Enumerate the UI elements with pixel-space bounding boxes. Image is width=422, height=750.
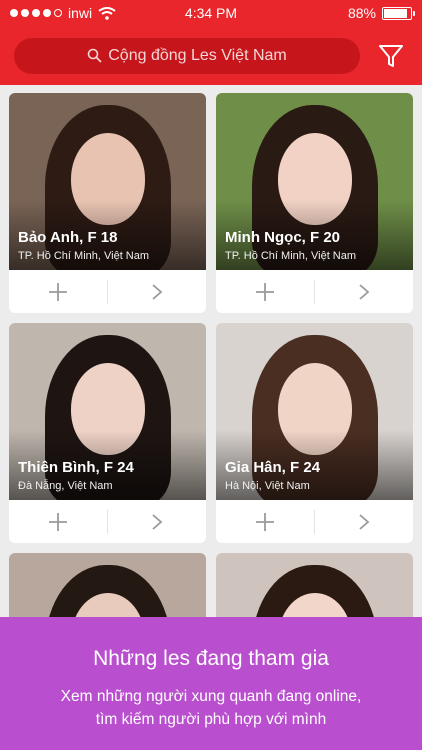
wifi-icon bbox=[98, 6, 116, 20]
add-friend-button[interactable] bbox=[9, 500, 107, 543]
banner-text: Xem những người xung quanh đang online, … bbox=[0, 685, 422, 731]
profile-name: Minh Ngọc, F 20 bbox=[225, 229, 341, 246]
promo-banner: Những les đang tham gia Xem những người … bbox=[0, 617, 422, 750]
chevron-right-icon bbox=[152, 283, 163, 300]
battery-icon bbox=[382, 6, 415, 20]
view-profile-button[interactable] bbox=[108, 500, 206, 543]
view-profile-button[interactable] bbox=[108, 270, 206, 313]
card-actions bbox=[9, 270, 206, 313]
plus-icon bbox=[49, 512, 67, 531]
view-profile-button[interactable] bbox=[315, 500, 413, 543]
card-actions bbox=[216, 500, 413, 543]
chevron-right-icon bbox=[359, 513, 370, 530]
chevron-right-icon bbox=[359, 283, 370, 300]
profile-grid: Bảo Anh, F 18 TP. Hồ Chí Minh, Việt Nam … bbox=[9, 93, 413, 633]
plus-icon bbox=[256, 282, 274, 301]
add-friend-button[interactable] bbox=[216, 270, 314, 313]
add-friend-button[interactable] bbox=[216, 500, 314, 543]
add-friend-button[interactable] bbox=[9, 270, 107, 313]
profile-location: TP. Hồ Chí Minh, Việt Nam bbox=[18, 250, 150, 262]
profile-photo[interactable]: Gia Hân, F 24 Hà Nội, Việt Nam bbox=[216, 323, 413, 500]
chevron-right-icon bbox=[152, 513, 163, 530]
plus-icon bbox=[49, 282, 67, 301]
card-actions bbox=[216, 270, 413, 313]
profile-photo[interactable]: Thiên Bình, F 24 Đà Nẵng, Việt Nam bbox=[9, 323, 206, 500]
plus-icon bbox=[256, 512, 274, 531]
banner-line-2: tìm kiếm người phù hợp với mình bbox=[95, 711, 327, 728]
profile-card[interactable]: Bảo Anh, F 18 TP. Hồ Chí Minh, Việt Nam bbox=[9, 93, 206, 313]
signal-icon bbox=[10, 9, 62, 17]
search-icon bbox=[87, 48, 102, 63]
status-bar: inwi 4:34 PM 88% bbox=[0, 0, 422, 26]
profile-photo[interactable]: Minh Ngọc, F 20 TP. Hồ Chí Minh, Việt Na… bbox=[216, 93, 413, 270]
view-profile-button[interactable] bbox=[315, 270, 413, 313]
header-bar: inwi 4:34 PM 88% Cộng đồng Les Việt Nam bbox=[0, 0, 422, 85]
profile-photo[interactable]: Bảo Anh, F 18 TP. Hồ Chí Minh, Việt Nam bbox=[9, 93, 206, 270]
profile-location: TP. Hồ Chí Minh, Việt Nam bbox=[225, 250, 357, 262]
profile-card[interactable]: Thiên Bình, F 24 Đà Nẵng, Việt Nam bbox=[9, 323, 206, 543]
profile-card[interactable]: Minh Ngọc, F 20 TP. Hồ Chí Minh, Việt Na… bbox=[216, 93, 413, 313]
carrier-label: inwi bbox=[68, 5, 93, 21]
profile-name: Bảo Anh, F 18 bbox=[18, 229, 118, 246]
search-placeholder: Cộng đồng Les Việt Nam bbox=[108, 46, 287, 64]
banner-line-1: Xem những người xung quanh đang online, bbox=[60, 688, 362, 705]
battery-percent: 88% bbox=[347, 5, 376, 21]
profile-card[interactable]: Gia Hân, F 24 Hà Nội, Việt Nam bbox=[216, 323, 413, 543]
navigation-bar: Cộng đồng Les Việt Nam bbox=[0, 26, 422, 85]
search-input[interactable]: Cộng đồng Les Việt Nam bbox=[14, 37, 360, 74]
filter-icon[interactable] bbox=[378, 43, 404, 69]
profile-location: Đà Nẵng, Việt Nam bbox=[18, 480, 113, 492]
profile-location: Hà Nội, Việt Nam bbox=[225, 480, 310, 492]
card-actions bbox=[9, 500, 206, 543]
profile-name: Thiên Bình, F 24 bbox=[18, 459, 134, 476]
profile-name: Gia Hân, F 24 bbox=[225, 459, 321, 476]
banner-title: Những les đang tham gia bbox=[93, 647, 329, 670]
